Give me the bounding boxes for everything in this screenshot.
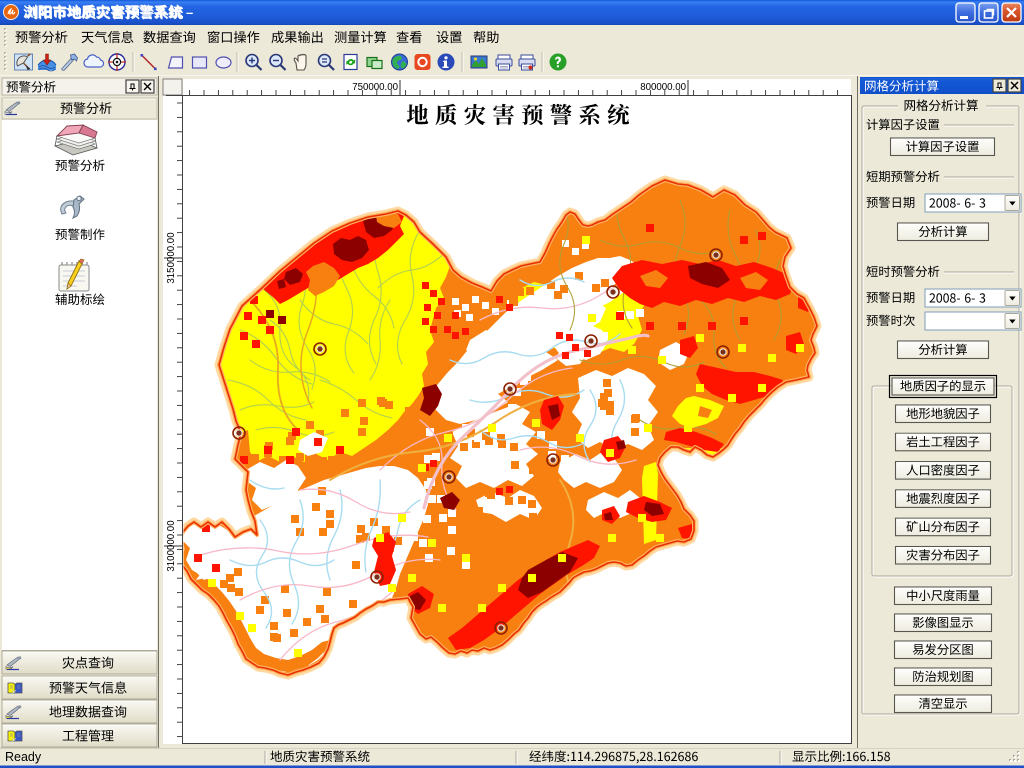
svg-text:–: –	[186, 5, 193, 20]
svg-text:3100000.00: 3100000.00	[166, 520, 177, 572]
svg-text:800000.00: 800000.00	[640, 82, 686, 93]
svg-text:3150000.00: 3150000.00	[166, 232, 177, 284]
svg-text:Ready: Ready	[5, 750, 42, 764]
svg-text:750000.00: 750000.00	[352, 82, 398, 93]
